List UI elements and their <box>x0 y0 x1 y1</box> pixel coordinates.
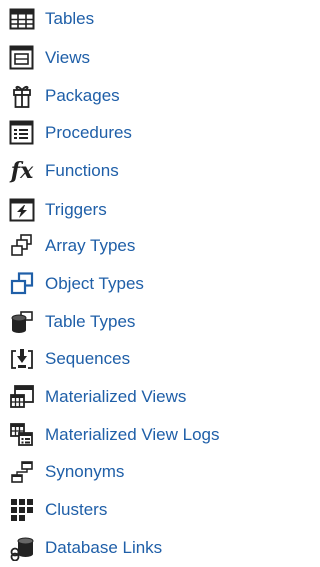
tree-node-functions[interactable]: fx Functions <box>0 156 242 186</box>
tree-node-materialized-view-logs[interactable]: Materialized View Logs <box>0 420 242 450</box>
tree-node-clusters[interactable]: Clusters <box>0 495 242 525</box>
tree-node-procedures[interactable]: Procedures <box>0 118 242 148</box>
table-icon <box>8 5 36 33</box>
tree-node-label: Object Types <box>45 274 144 293</box>
view-icon <box>8 44 36 72</box>
tree-node-label: Sequences <box>45 349 131 368</box>
procedure-icon <box>8 119 36 147</box>
tree-node-label: Tables <box>45 9 95 28</box>
synonym-icon <box>8 458 36 486</box>
tree-node-materialized-views[interactable]: Materialized Views <box>0 382 242 412</box>
function-icon: fx <box>8 157 36 185</box>
tree-node-label: Clusters <box>45 500 108 519</box>
tree-node-tables[interactable]: Tables <box>0 4 242 34</box>
object-type-icon <box>8 270 36 298</box>
tree-node-sequences[interactable]: Sequences <box>0 344 242 374</box>
materialized-view-log-icon <box>8 421 36 449</box>
tree-node-packages[interactable]: Packages <box>0 81 242 111</box>
tree-node-views[interactable]: Views <box>0 43 242 73</box>
table-type-icon <box>8 308 36 336</box>
tree-node-label: Triggers <box>45 200 107 219</box>
tree-node-label: Packages <box>45 86 120 105</box>
cluster-icon <box>8 496 36 524</box>
tree-node-array-types[interactable]: Array Types <box>0 231 242 261</box>
tree-node-label: Array Types <box>45 236 136 255</box>
materialized-view-icon <box>8 383 36 411</box>
tree-node-label: Views <box>45 48 91 67</box>
array-type-icon <box>8 232 36 260</box>
tree-node-label: Synonyms <box>45 462 125 481</box>
tree-node-synonyms[interactable]: Synonyms <box>0 457 242 487</box>
tree-node-label: Database Links <box>45 538 163 557</box>
function-icon-glyph: fx <box>10 158 34 184</box>
tree-node-label: Materialized View Logs <box>45 425 220 444</box>
package-icon <box>8 82 36 110</box>
tree-node-table-types[interactable]: Table Types <box>0 307 242 337</box>
sequence-icon <box>8 345 36 373</box>
trigger-icon <box>8 196 36 224</box>
tree-node-object-types[interactable]: Object Types <box>0 269 242 299</box>
tree-node-database-links[interactable]: Database Links <box>0 533 242 563</box>
tree-node-label: Procedures <box>45 123 132 142</box>
object-type-tree: Tables Views Packages Procedures fx Func… <box>0 0 242 567</box>
tree-node-label: Table Types <box>45 312 136 331</box>
tree-node-label: Functions <box>45 161 119 180</box>
tree-node-triggers[interactable]: Triggers <box>0 195 242 225</box>
tree-node-label: Materialized Views <box>45 387 187 406</box>
database-link-icon <box>8 534 36 562</box>
